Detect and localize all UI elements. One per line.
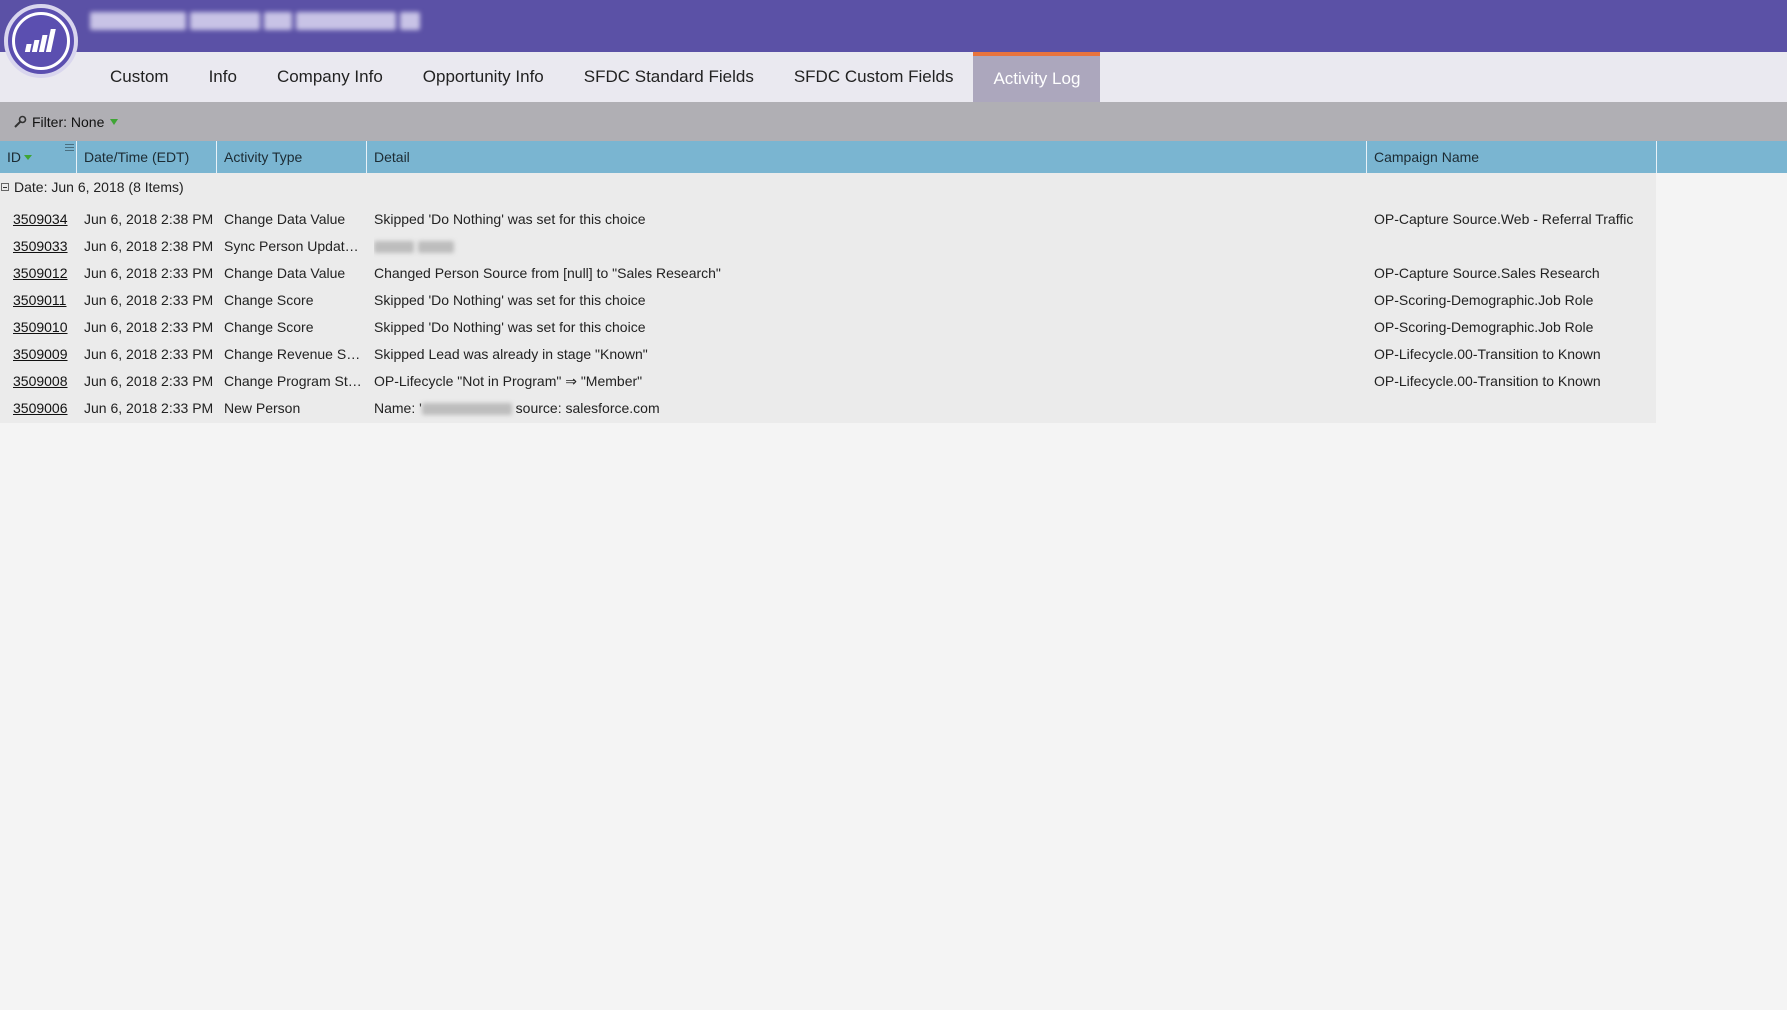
table-row[interactable]: 3509008 Jun 6, 2018 2:33 PM Change Progr…	[0, 368, 1656, 395]
marketo-logo[interactable]	[4, 4, 78, 78]
table-row[interactable]: 3509033 Jun 6, 2018 2:38 PM Sync Person …	[0, 233, 1656, 260]
cell-datetime: Jun 6, 2018 2:33 PM	[84, 346, 214, 362]
tab-info[interactable]: Info	[189, 52, 257, 102]
column-header-activity-type[interactable]: Activity Type	[217, 141, 367, 173]
detail-prefix: Name: '	[374, 400, 422, 416]
redacted-record-title	[90, 12, 420, 30]
filter-dropdown[interactable]: Filter: None	[32, 114, 104, 130]
tab-bar: Custom Info Company Info Opportunity Inf…	[0, 52, 1787, 102]
cell-activity-type: Change Data Value	[224, 211, 346, 227]
detail-suffix: source: salesforce.com	[511, 400, 660, 416]
cell-datetime: Jun 6, 2018 2:33 PM	[84, 319, 214, 335]
redacted-text	[374, 241, 414, 254]
redacted-text	[417, 241, 454, 254]
column-header-detail[interactable]: Detail	[367, 141, 1367, 173]
activity-id-link[interactable]: 3509009	[13, 341, 75, 368]
column-menu-icon[interactable]	[65, 143, 74, 152]
activity-id-link[interactable]: 3509008	[13, 368, 75, 395]
tab-activity-log[interactable]: Activity Log	[973, 52, 1101, 102]
cell-campaign: OP-Lifecycle.00-Transition to Known	[1374, 373, 1601, 389]
activity-id-link[interactable]: 3509012	[13, 260, 75, 287]
cell-campaign: OP-Scoring-Demographic.Job Role	[1374, 319, 1594, 335]
cell-detail: Name: ' source: salesforce.com	[374, 395, 1364, 422]
tab-sfdc-custom-fields[interactable]: SFDC Custom Fields	[774, 52, 974, 102]
column-header-datetime[interactable]: Date/Time (EDT)	[77, 141, 217, 173]
column-header-campaign[interactable]: Campaign Name	[1367, 141, 1657, 173]
column-header-activity-type-label: Activity Type	[224, 149, 303, 165]
cell-detail-redacted	[374, 233, 1364, 260]
table-row[interactable]: 3509009 Jun 6, 2018 2:33 PM Change Reven…	[0, 341, 1656, 368]
cell-campaign	[1374, 233, 1654, 260]
cell-campaign: OP-Capture Source.Sales Research	[1374, 265, 1600, 281]
cell-campaign: OP-Scoring-Demographic.Job Role	[1374, 292, 1594, 308]
redacted-text	[421, 403, 512, 416]
cell-activity-type: Sync Person Update...	[224, 238, 364, 254]
activity-grid: Date: Jun 6, 2018 (8 Items) 3509034 Jun …	[0, 173, 1656, 423]
cell-datetime: Jun 6, 2018 2:33 PM	[84, 373, 214, 389]
tab-sfdc-standard-fields[interactable]: SFDC Standard Fields	[564, 52, 774, 102]
tab-custom[interactable]: Custom	[90, 52, 189, 102]
column-header-id-label: ID	[7, 149, 21, 165]
cell-campaign: OP-Capture Source.Web - Referral Traffic	[1374, 211, 1634, 227]
activity-id-link[interactable]: 3509034	[13, 206, 75, 233]
column-header-datetime-label: Date/Time (EDT)	[84, 149, 190, 165]
activity-id-link[interactable]: 3509033	[13, 233, 75, 260]
table-row[interactable]: 3509006 Jun 6, 2018 2:33 PM New Person N…	[0, 395, 1656, 422]
cell-datetime: Jun 6, 2018 2:33 PM	[84, 292, 214, 308]
cell-datetime: Jun 6, 2018 2:38 PM	[84, 238, 214, 254]
dropdown-arrow-icon[interactable]	[110, 118, 119, 126]
column-header-detail-label: Detail	[374, 149, 410, 165]
tab-opportunity-info[interactable]: Opportunity Info	[403, 52, 564, 102]
cell-detail: Skipped 'Do Nothing' was set for this ch…	[374, 211, 646, 227]
cell-campaign	[1374, 395, 1654, 422]
cell-activity-type: Change Data Value	[224, 265, 346, 281]
column-header-id[interactable]: ID	[0, 141, 77, 173]
filter-bar: Filter: None	[0, 102, 1787, 141]
cell-detail: Skipped 'Do Nothing' was set for this ch…	[374, 319, 646, 335]
cell-datetime: Jun 6, 2018 2:38 PM	[84, 211, 214, 227]
sort-desc-icon[interactable]	[24, 153, 32, 161]
table-row[interactable]: 3509010 Jun 6, 2018 2:33 PM Change Score…	[0, 314, 1656, 341]
cell-activity-type: Change Score	[224, 319, 314, 335]
activity-id-link[interactable]: 3509006	[13, 395, 75, 422]
cell-datetime: Jun 6, 2018 2:33 PM	[84, 400, 214, 416]
activity-id-link[interactable]: 3509010	[13, 314, 75, 341]
cell-detail: Skipped 'Do Nothing' was set for this ch…	[374, 292, 646, 308]
cell-detail: OP-Lifecycle "Not in Program" ⇒ "Member"	[374, 373, 643, 389]
grid-header: ID Date/Time (EDT) Activity Type Detail …	[0, 141, 1787, 173]
cell-detail: Skipped Lead was already in stage "Known…	[374, 346, 648, 362]
table-row[interactable]: 3509011 Jun 6, 2018 2:33 PM Change Score…	[0, 287, 1656, 314]
column-header-campaign-label: Campaign Name	[1374, 149, 1480, 165]
cell-activity-type: Change Program Sta...	[224, 373, 364, 389]
wrench-icon	[14, 115, 27, 128]
cell-activity-type: Change Score	[224, 292, 314, 308]
cell-activity-type: Change Revenue Sta...	[224, 346, 364, 362]
table-row[interactable]: 3509012 Jun 6, 2018 2:33 PM Change Data …	[0, 260, 1656, 287]
cell-campaign: OP-Lifecycle.00-Transition to Known	[1374, 346, 1601, 362]
group-header[interactable]: Date: Jun 6, 2018 (8 Items)	[0, 179, 184, 195]
group-label: Date: Jun 6, 2018 (8 Items)	[14, 179, 184, 195]
cell-activity-type: New Person	[224, 400, 301, 416]
bar-chart-logo-icon	[24, 29, 56, 52]
table-row[interactable]: 3509034 Jun 6, 2018 2:38 PM Change Data …	[0, 206, 1656, 233]
cell-detail: Changed Person Source from [null] to "Sa…	[374, 265, 721, 281]
tabs: Custom Info Company Info Opportunity Inf…	[90, 52, 1101, 102]
tab-company-info[interactable]: Company Info	[257, 52, 403, 102]
cell-datetime: Jun 6, 2018 2:33 PM	[84, 265, 214, 281]
collapse-icon[interactable]	[1, 183, 9, 191]
app-header	[0, 0, 1787, 52]
activity-id-link[interactable]: 3509011	[13, 287, 75, 314]
